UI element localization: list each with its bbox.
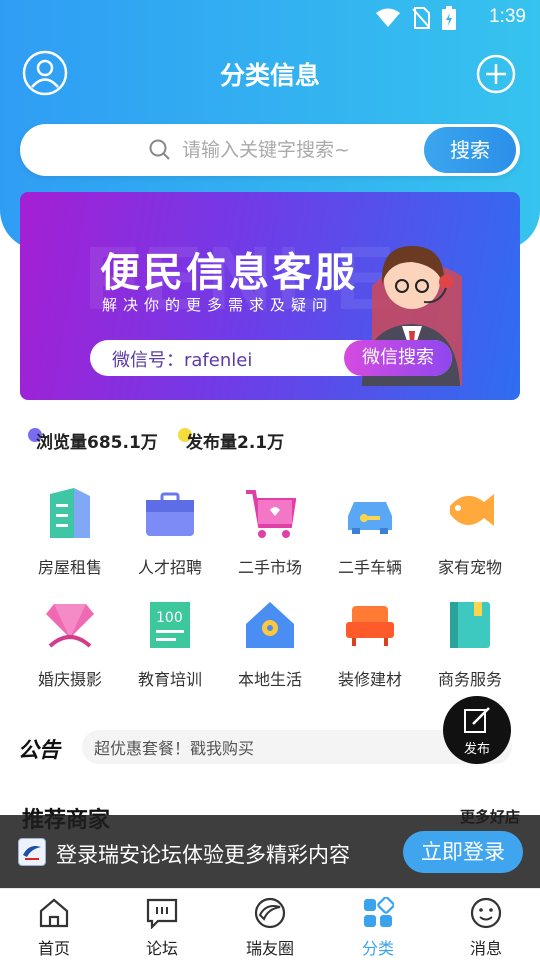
publish-label: 发布 — [463, 742, 490, 757]
views-stat-text: 浏览量685.1万 — [36, 433, 158, 453]
plus-circle-icon — [476, 54, 516, 94]
banner-subtitle: 解决你的更多需求及疑问 — [102, 296, 334, 314]
category-wedding[interactable]: 婚庆摄影 — [20, 598, 120, 698]
tab-label: 论坛 — [145, 939, 178, 958]
tab-forum[interactable]: 论坛 — [108, 889, 216, 960]
notice-text: 超优惠套餐！戳我购买 — [94, 739, 255, 758]
page-title: 分类信息 — [219, 61, 320, 90]
search-button[interactable]: 搜索 — [424, 127, 516, 173]
stats-row: 浏览量685.1万 发布量2.1万 — [28, 428, 508, 460]
shopping-cart-icon — [246, 490, 296, 538]
posts-stat: 发布量2.1万 — [178, 428, 284, 453]
promo-banner[interactable]: FENLEI 便民信息客服 解决你的更多需求及疑问 微信号：rafenlei 微… — [20, 192, 520, 400]
building-icon — [50, 488, 90, 538]
tab-label: 分类 — [361, 939, 394, 958]
category-secondhand-market[interactable]: 二手市场 — [220, 486, 320, 586]
views-stat: 浏览量685.1万 — [28, 428, 158, 453]
battery-icon — [442, 6, 456, 30]
home-icon — [39, 898, 69, 928]
notice-logo: 公告 — [18, 738, 60, 762]
category-label: 婚庆摄影 — [37, 670, 102, 689]
book-icon — [450, 602, 490, 648]
search-bar: 搜索 — [20, 124, 520, 176]
tab-label: 消息 — [469, 939, 502, 958]
diamond-ring-icon — [46, 604, 94, 648]
status-icons — [376, 6, 456, 30]
svg-text:100: 100 — [156, 610, 183, 626]
tab-category[interactable]: 分类 — [324, 889, 432, 960]
wifi-icon — [376, 8, 400, 27]
category-label: 本地生活 — [237, 670, 302, 689]
login-prompt-bar: 登录瑞安论坛体验更多精彩内容 立即登录 — [0, 815, 540, 888]
forum-icon — [146, 898, 178, 929]
score-paper-icon: 100 — [150, 602, 190, 648]
publish-button[interactable]: 发布 — [443, 696, 511, 764]
no-sim-icon — [412, 7, 430, 29]
tab-home[interactable]: 首页 — [0, 889, 108, 960]
edit-icon — [464, 707, 490, 733]
login-prompt-text: 登录瑞安论坛体验更多精彩内容 — [56, 843, 350, 867]
category-label: 二手车辆 — [337, 558, 402, 577]
category-decoration[interactable]: 装修建材 — [320, 598, 420, 698]
category-house[interactable]: 房屋租售 — [20, 486, 120, 586]
category-label: 二手市场 — [237, 558, 302, 577]
category-pets[interactable]: 家有宠物 — [420, 486, 520, 586]
wechat-box: 微信号：rafenlei 微信搜索 — [90, 340, 452, 376]
category-icon — [364, 897, 394, 927]
status-time: 1:39 — [489, 6, 526, 27]
banner-title: 便民信息客服 — [100, 250, 358, 296]
pet-fish-icon — [450, 494, 494, 526]
top-nav: 分类信息 — [0, 44, 540, 102]
category-jobs[interactable]: 人才招聘 — [120, 486, 220, 586]
category-label: 家有宠物 — [437, 558, 502, 577]
add-button[interactable] — [476, 54, 516, 94]
sofa-icon — [346, 606, 394, 646]
car-icon — [348, 502, 392, 534]
status-bar: 1:39 — [0, 0, 540, 36]
category-label: 教育培训 — [137, 670, 202, 689]
login-button[interactable]: 立即登录 — [403, 831, 523, 873]
category-education[interactable]: 100 教育培训 — [120, 598, 220, 698]
category-label: 商务服务 — [437, 670, 502, 689]
tab-circle[interactable]: 瑞友圈 — [216, 889, 324, 960]
wechat-search-button[interactable]: 微信搜索 — [344, 340, 452, 376]
category-used-cars[interactable]: 二手车辆 — [320, 486, 420, 586]
search-icon — [149, 139, 170, 160]
category-label: 人才招聘 — [137, 558, 202, 577]
forum-logo-icon — [18, 838, 46, 866]
circle-icon — [254, 897, 286, 929]
tab-message[interactable]: 消息 — [432, 889, 540, 960]
wechat-id: 微信号：rafenlei — [112, 350, 253, 371]
category-local-life[interactable]: 本地生活 — [220, 598, 320, 698]
briefcase-icon — [146, 492, 194, 536]
category-business[interactable]: 商务服务 — [420, 598, 520, 698]
category-label: 装修建材 — [337, 670, 402, 689]
tab-label: 首页 — [37, 939, 70, 958]
home-location-icon — [246, 602, 294, 648]
category-label: 房屋租售 — [37, 558, 102, 577]
bottom-tab-bar: 首页 论坛 瑞友圈 分类 消息 — [0, 888, 540, 960]
posts-stat-text: 发布量2.1万 — [186, 433, 285, 453]
message-icon — [470, 897, 502, 929]
tab-label: 瑞友圈 — [245, 939, 294, 958]
search-input[interactable] — [182, 136, 422, 164]
